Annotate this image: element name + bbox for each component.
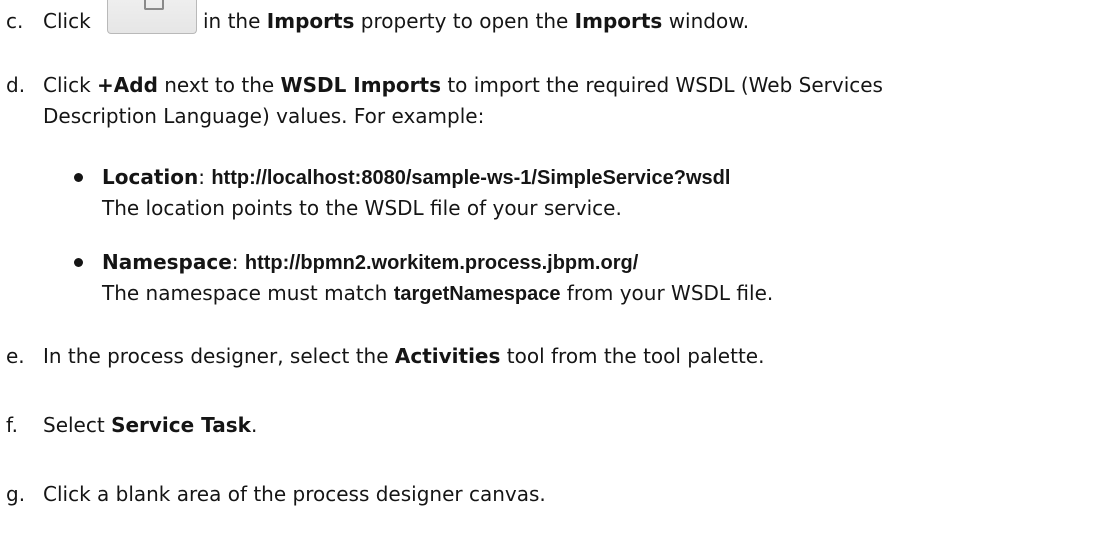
step-f: f. Select Service Task. bbox=[0, 410, 257, 440]
step-c-rest: in the Imports property to open the Impo… bbox=[203, 6, 749, 36]
step-g: g. Click a blank area of the process desi… bbox=[0, 479, 546, 509]
edit-glyph bbox=[144, 0, 164, 10]
step-marker: d. bbox=[6, 73, 26, 97]
namespace-value: http://bpmn2.workitem.process.jbpm.org/ bbox=[244, 252, 639, 274]
wsdl-imports-label: WSDL Imports bbox=[280, 73, 441, 97]
edit-icon[interactable] bbox=[107, 0, 197, 34]
add-label: +Add bbox=[97, 73, 158, 97]
step-text: window. bbox=[662, 9, 750, 33]
activities-label: Activities bbox=[394, 344, 501, 368]
step-e: e. In the process designer, select the Ac… bbox=[0, 341, 764, 371]
step-text: Click bbox=[43, 9, 91, 33]
step-d-line2: Description Language) values. For exampl… bbox=[43, 101, 484, 131]
step-text: property to open the bbox=[354, 9, 575, 33]
bullet-location-desc: The location points to the WSDL file of … bbox=[102, 193, 622, 223]
step-text: In the process designer, select the bbox=[43, 344, 395, 368]
bullet-location: Location: http://localhost:8080/sample-w… bbox=[102, 162, 730, 193]
target-namespace-term: targetNamespace bbox=[393, 283, 561, 305]
imports-window-label: Imports bbox=[574, 9, 663, 33]
imports-label: Imports bbox=[266, 9, 355, 33]
bullet-dot bbox=[74, 173, 83, 182]
separator: : bbox=[198, 165, 212, 189]
bullet-namespace-desc: The namespace must match targetNamespace… bbox=[102, 278, 773, 309]
bullet-namespace: Namespace: http://bpmn2.workitem.process… bbox=[102, 247, 638, 278]
service-task-label: Service Task bbox=[111, 413, 251, 437]
namespace-label: Namespace bbox=[102, 250, 232, 274]
step-text: Select bbox=[43, 413, 112, 437]
step-text: in the bbox=[203, 9, 267, 33]
step-marker: c. bbox=[6, 9, 24, 33]
step-text: tool from the tool palette. bbox=[500, 344, 765, 368]
separator: : bbox=[231, 250, 245, 274]
location-label: Location bbox=[102, 165, 199, 189]
step-text: Click bbox=[43, 73, 98, 97]
step-text: Click a blank area of the process design… bbox=[43, 482, 546, 506]
step-marker: f. bbox=[6, 413, 18, 437]
location-value: http://localhost:8080/sample-ws-1/Simple… bbox=[211, 167, 731, 189]
location-desc: The location points to the WSDL file of … bbox=[102, 196, 622, 220]
namespace-desc: The namespace must match bbox=[102, 281, 394, 305]
step-text: next to the bbox=[157, 73, 281, 97]
step-c: c. Click bbox=[0, 6, 91, 36]
step-text: . bbox=[250, 413, 258, 437]
step-text: Description Language) values. For exampl… bbox=[43, 104, 485, 128]
step-marker: g. bbox=[6, 482, 26, 506]
step-d: d. Click +Add next to the WSDL Imports to… bbox=[0, 70, 883, 100]
step-text: to import the required WSDL (Web Service… bbox=[440, 73, 883, 97]
step-marker: e. bbox=[6, 344, 25, 368]
bullet-dot bbox=[74, 258, 83, 267]
namespace-desc: from your WSDL file. bbox=[560, 281, 774, 305]
